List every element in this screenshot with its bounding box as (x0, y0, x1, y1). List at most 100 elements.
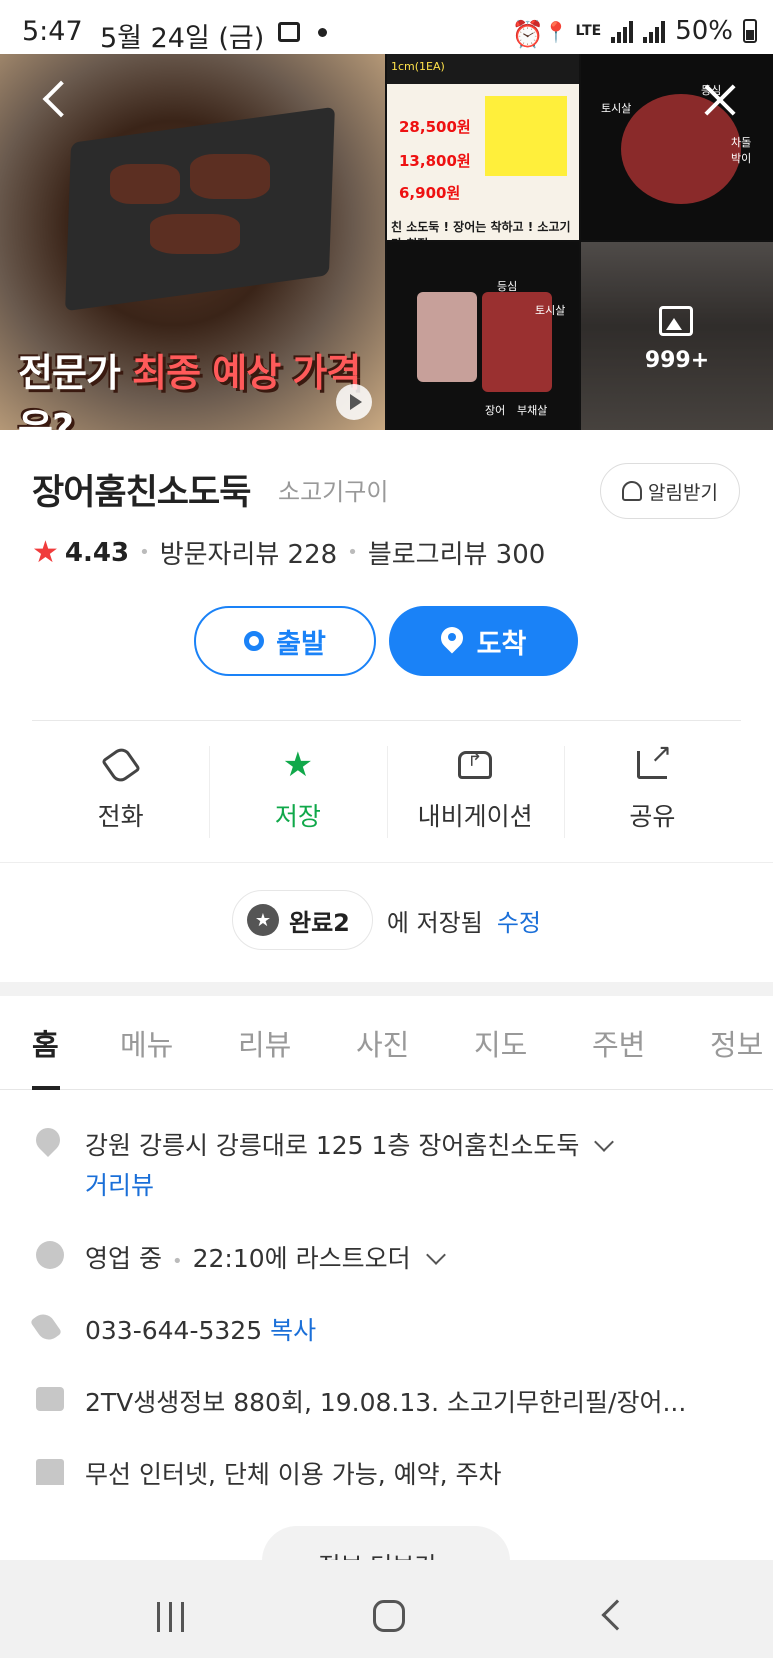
close-icon[interactable] (700, 80, 740, 120)
tab-nearby[interactable]: 주변 (592, 1022, 645, 1064)
meat-piece (190, 154, 270, 199)
tab-map[interactable]: 지도 (474, 1022, 527, 1064)
copy-link[interactable]: 복사 (270, 1316, 316, 1345)
amenities-row: 무선 인터넷, 단체 이용 가능, 예약, 주차 (0, 1455, 773, 1491)
call-label: 전화 (97, 802, 144, 831)
save-button[interactable]: ★ 저장 (209, 740, 386, 840)
back-nav-icon[interactable] (601, 1599, 633, 1631)
saved-text: 에 저장됨 (386, 908, 483, 937)
divider (32, 720, 741, 721)
share-button[interactable]: 공유 (563, 739, 741, 840)
tv-icon (36, 1387, 64, 1411)
chevron-down-icon[interactable] (425, 1245, 446, 1265)
video-caption: 전문가 최종 예상 가격은? (18, 342, 385, 430)
hours-row: 영업 중 • 22:10에 라스트오더 (0, 1239, 773, 1275)
menu-photo-banner: 친 소도둑 ! 장어는 착하고 ! 소고기가 친절 (391, 220, 571, 240)
location-icon: 📍 (543, 20, 569, 44)
alarm-button[interactable]: 알림받기 (600, 463, 740, 519)
tab-bar: 홈 메뉴 리뷰 사진 지도 주변 정보 (0, 996, 773, 1090)
save-label: 저장 (274, 802, 321, 831)
visitor-reviews-link[interactable]: 방문자리뷰 228 (160, 534, 338, 571)
edit-link[interactable]: 수정 (497, 903, 541, 938)
saved-list-name: 완료2 (289, 908, 350, 937)
caption-highlight: 최종 예상 가격 (132, 351, 361, 395)
plate-label: 등심 (497, 280, 518, 293)
status-bar: 5:47 5월 24일 (금) ⏰ 📍 LTE 50% (0, 0, 773, 54)
share-label: 공유 (629, 802, 676, 831)
recent-apps-icon[interactable] (157, 1602, 184, 1632)
star-icon: ★ (247, 904, 279, 936)
chevron-down-icon[interactable] (594, 1132, 615, 1152)
pork-plate (417, 292, 477, 382)
menu-photo[interactable]: 1cm(1EA) 28,500원 13,800원 6,900원 친 소도둑 ! … (387, 54, 579, 240)
tab-reviews[interactable]: 리뷰 (238, 1022, 291, 1064)
navigation-button[interactable]: 내비게이션 (386, 740, 564, 840)
plate-label: 부채살 (517, 404, 548, 417)
image-icon (659, 306, 693, 336)
status-indicators: ⏰ 📍 LTE 50% (511, 16, 757, 50)
saved-status: ★ 완료2 에 저장됨 수정 (0, 890, 773, 950)
tab-home[interactable]: 홈 (32, 1022, 59, 1064)
active-tab-indicator (32, 1086, 60, 1090)
call-button[interactable]: 전화 (32, 740, 209, 840)
saved-list-chip[interactable]: ★ 완료2 (232, 890, 373, 950)
alarm-icon: ⏰ (511, 20, 544, 50)
blog-reviews-link[interactable]: 블로그리뷰 300 (368, 534, 546, 571)
plate-label: 토시살 (535, 304, 566, 317)
home-icon[interactable] (373, 1600, 405, 1632)
section-gap (0, 982, 773, 996)
menu-photo-price-1: 28,500원 (399, 118, 471, 136)
meat-piece (150, 214, 240, 254)
network-type: LTE (575, 23, 602, 39)
origin-icon (244, 631, 265, 651)
tab-photos[interactable]: 사진 (356, 1022, 409, 1064)
menu-photo-notice (485, 96, 567, 176)
alarm-label: 알림받기 (648, 481, 718, 504)
battery-icon (743, 19, 757, 43)
store-icon (36, 1459, 64, 1485)
play-icon[interactable] (336, 384, 372, 420)
more-photos-tile[interactable]: 999+ (581, 242, 773, 430)
tv-text[interactable]: 2TV생생정보 880회, 19.08.13. 소고기무한리필/장어... (85, 1383, 686, 1419)
tab-info[interactable]: 정보 (710, 1022, 763, 1064)
meat-piece (110, 164, 180, 204)
street-view-link[interactable]: 거리뷰 (85, 1166, 154, 1202)
more-photos-overlay (581, 242, 773, 430)
signal-icon (611, 19, 634, 43)
phone-number[interactable]: 033-644-5325 (85, 1316, 262, 1345)
back-icon[interactable] (38, 80, 74, 116)
battery-percent: 50% (675, 16, 733, 46)
car-icon (457, 747, 493, 783)
address-row: 강원 강릉시 강릉대로 125 1층 장어훔친소도둑 거리뷰 (0, 1123, 773, 1206)
star-icon: ★ (32, 535, 59, 570)
gallery-notification-icon (278, 22, 300, 42)
divider (0, 862, 773, 863)
arrive-button[interactable]: 도착 (389, 606, 578, 676)
separator-dot: • (139, 542, 150, 563)
phone-icon (100, 744, 141, 786)
grill-plate (65, 106, 335, 312)
place-name: 장어훔친소도둑 (32, 473, 251, 513)
rating-row: ★ 4.43 • 방문자리뷰 228 • 블로그리뷰 300 (32, 534, 545, 571)
place-category: 소고기구이 (278, 478, 389, 506)
signal-icon-2 (643, 19, 666, 43)
hours-status: 영업 중 (85, 1244, 162, 1273)
action-bar: 전화 ★ 저장 내비게이션 공유 (32, 739, 741, 840)
amenities-text: 무선 인터넷, 단체 이용 가능, 예약, 주차 (85, 1460, 502, 1489)
cuts-label: 차돌박이 (731, 136, 752, 165)
notification-dot-icon (318, 28, 327, 37)
system-nav-bar (0, 1560, 773, 1658)
meat-platter-photo[interactable]: 등심 토시살 장어 부채살 (387, 242, 579, 430)
hours-text[interactable]: 영업 중 • 22:10에 라스트오더 (85, 1239, 446, 1275)
plate-label: 장어 (485, 404, 506, 417)
hours-detail: 22:10에 라스트오더 (192, 1244, 411, 1273)
navigation-label: 내비게이션 (417, 802, 533, 831)
beef-cuts-photo[interactable]: 토시살 등심 차돌박이 (581, 54, 773, 240)
separator-dot: • (171, 1251, 183, 1272)
tab-menu[interactable]: 메뉴 (120, 1022, 173, 1064)
address-text[interactable]: 강원 강릉시 강릉대로 125 1층 장어훔친소도둑 (85, 1126, 615, 1162)
share-icon (634, 739, 672, 783)
clock-icon (36, 1241, 64, 1269)
bell-icon (622, 481, 643, 501)
start-button[interactable]: 출발 (194, 606, 376, 676)
